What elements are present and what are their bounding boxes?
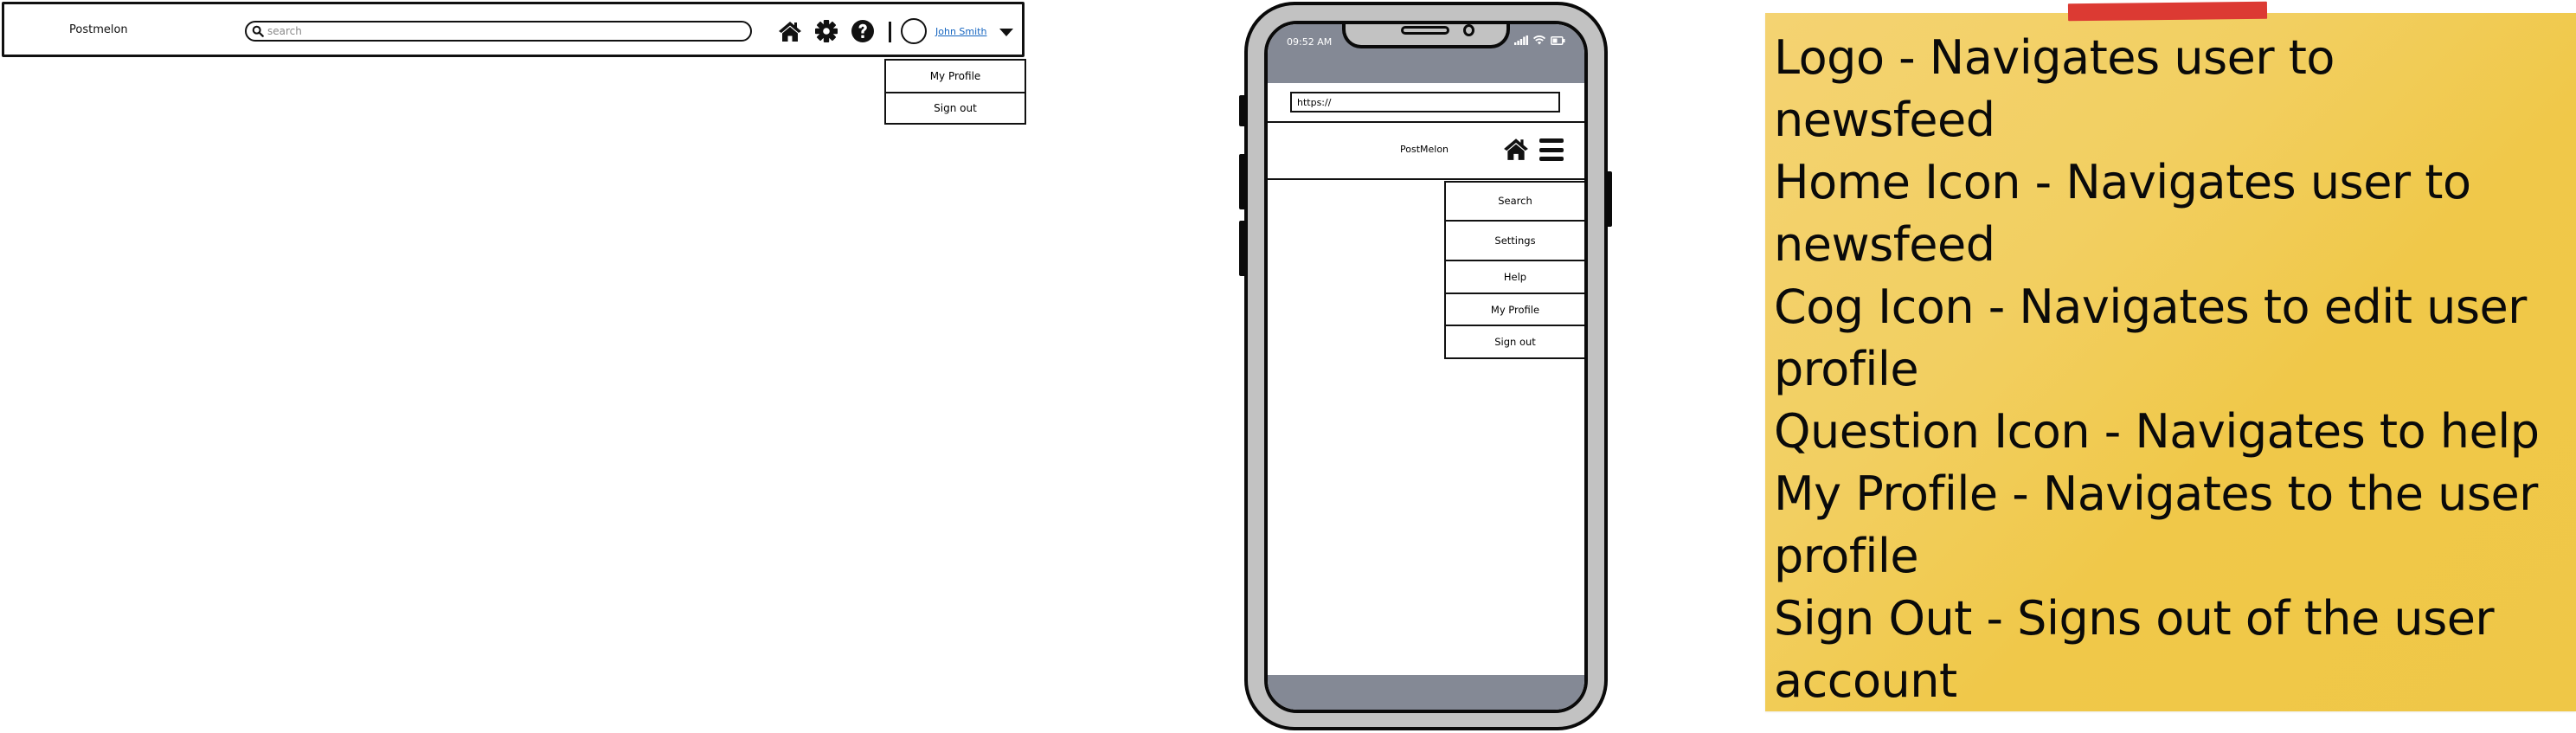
signal-icon <box>1514 35 1528 45</box>
browser-address-area <box>1268 83 1584 123</box>
phone-notch <box>1342 24 1510 48</box>
desktop-header: Postmelon search John Smith <box>2 2 1025 57</box>
menu-item-settings[interactable]: Settings <box>1446 219 1584 260</box>
menu-item-search[interactable]: Search <box>1446 183 1584 220</box>
note-line: Sign Out - Signs out of the user account <box>1774 591 2495 708</box>
mobile-dropdown-menu: Search Settings Help My Profile Sign out <box>1444 181 1584 359</box>
divider <box>889 22 891 42</box>
logo[interactable]: PostMelon <box>1400 144 1449 155</box>
logo[interactable]: Postmelon <box>69 23 128 36</box>
note-line: Home Icon - Navigates user to newsfeed <box>1774 155 2471 272</box>
menu-item-my-profile[interactable]: My Profile <box>886 61 1025 92</box>
url-input[interactable] <box>1290 92 1560 113</box>
home-icon[interactable] <box>1503 137 1529 163</box>
cog-icon[interactable] <box>813 18 839 44</box>
wifi-icon <box>1533 35 1545 45</box>
sticky-note-tape <box>2067 1 2268 22</box>
phone-screen: 09:52 AM P <box>1264 21 1588 713</box>
chevron-down-icon[interactable] <box>999 29 1013 36</box>
menu-item-my-profile[interactable]: My Profile <box>1446 292 1584 325</box>
hamburger-menu-icon[interactable] <box>1539 138 1564 161</box>
note-line: My Profile - Navigates to the user profi… <box>1774 466 2538 583</box>
sticky-note: Logo - Navigates user to newsfeed Home I… <box>1765 13 2576 711</box>
speaker-grille <box>1401 26 1449 35</box>
menu-item-help[interactable]: Help <box>1446 260 1584 293</box>
battery-icon <box>1551 36 1565 45</box>
user-name-link[interactable]: John Smith <box>935 26 986 37</box>
phone-volume-up-button <box>1239 154 1246 209</box>
front-camera <box>1463 24 1474 36</box>
search-icon <box>252 25 264 37</box>
phone-mute-button <box>1239 95 1246 126</box>
status-time: 09:52 AM <box>1287 36 1333 48</box>
bottom-nav-bar <box>1268 675 1584 710</box>
menu-item-sign-out[interactable]: Sign out <box>1446 325 1584 357</box>
note-line: Cog Icon - Navigates to edit user profil… <box>1774 280 2527 396</box>
mobile-app-header: PostMelon <box>1268 123 1584 180</box>
phone-volume-down-button <box>1239 221 1246 276</box>
status-icons <box>1514 35 1565 45</box>
phone-power-button <box>1605 171 1612 227</box>
home-icon[interactable] <box>777 18 803 44</box>
question-icon[interactable] <box>850 18 876 44</box>
sticky-note-text: Logo - Navigates user to newsfeed Home I… <box>1774 27 2561 712</box>
search-bar[interactable] <box>245 21 752 42</box>
menu-item-sign-out[interactable]: Sign out <box>886 92 1025 123</box>
note-line: Logo - Navigates user to newsfeed <box>1774 30 2335 147</box>
search-input[interactable] <box>267 25 750 37</box>
user-dropdown-menu: My Profile Sign out <box>884 59 1026 125</box>
avatar[interactable] <box>901 18 927 44</box>
note-line: Question Icon - Navigates to help <box>1774 404 2540 459</box>
